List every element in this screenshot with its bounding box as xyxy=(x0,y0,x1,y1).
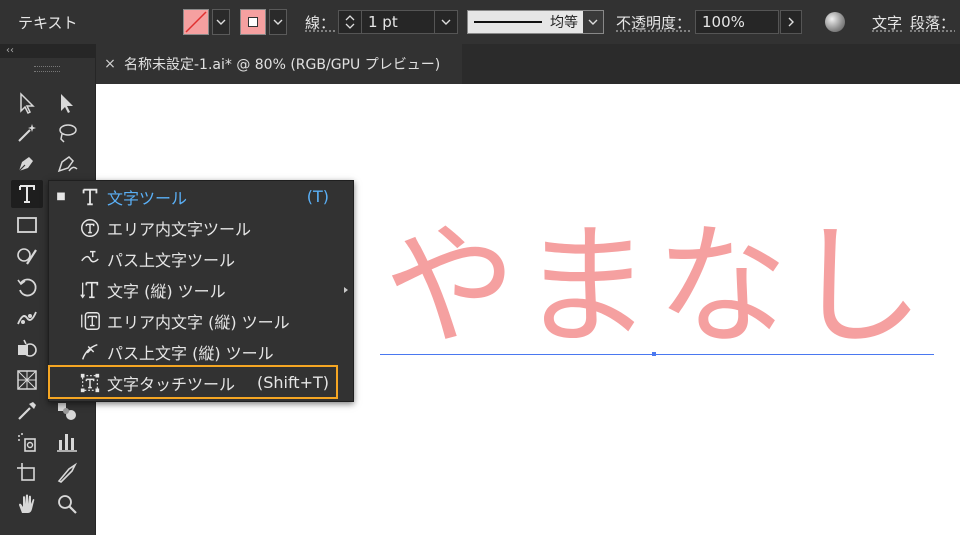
flyout-item-label: 文字タッチツール xyxy=(107,374,236,394)
perspective-grid-tool-icon[interactable] xyxy=(11,366,43,394)
fill-color-box[interactable] xyxy=(183,9,209,35)
canvas-art-text[interactable]: やまなし xyxy=(384,212,928,362)
mode-label: テキスト xyxy=(18,13,78,32)
chevron-down-icon xyxy=(216,19,226,25)
stroke-color-box[interactable] xyxy=(240,9,266,35)
area-type-icon xyxy=(73,217,107,239)
flyout-item-label: 文字 (縦) ツール xyxy=(107,281,226,301)
stroke-profile-select[interactable]: 均等 xyxy=(467,10,604,34)
artboard-tool-icon[interactable] xyxy=(11,459,43,487)
hand-tool-icon[interactable] xyxy=(11,490,43,518)
panel-collapse-button[interactable]: ‹‹ xyxy=(0,44,96,58)
opacity-label[interactable]: 不透明度： xyxy=(616,0,691,44)
flyout-tearoff-arrow-icon[interactable] xyxy=(344,287,348,293)
flyout-item-label: エリア内文字 (縦) ツール xyxy=(107,312,290,332)
shape-builder-tool-icon[interactable] xyxy=(11,335,43,363)
rectangle-tool-icon[interactable] xyxy=(11,211,43,239)
fill-swatch[interactable] xyxy=(183,9,230,35)
flyout-item-type-tool[interactable]: ■ 文字ツール (T) xyxy=(49,181,353,212)
chevron-right-icon xyxy=(788,17,794,27)
flyout-item-touch-type-tool[interactable]: 文字タッチツール (Shift+T) xyxy=(49,367,353,398)
close-tab-icon[interactable]: × xyxy=(96,56,124,72)
vertical-type-on-path-icon xyxy=(73,341,107,363)
text-anchor-point[interactable] xyxy=(652,352,656,356)
puppet-warp-tool-icon[interactable] xyxy=(11,304,43,332)
flyout-item-label: パス上文字 (縦) ツール xyxy=(107,343,274,363)
symbol-sprayer-tool-icon[interactable] xyxy=(11,428,43,456)
stroke-profile-dropdown[interactable] xyxy=(583,11,603,33)
stroke-swatch[interactable] xyxy=(240,9,287,35)
profile-line-preview xyxy=(474,21,542,23)
stroke-dropdown[interactable] xyxy=(269,9,287,35)
fill-dropdown[interactable] xyxy=(212,9,230,35)
eyedropper-tool-icon[interactable] xyxy=(11,397,43,425)
document-tab-bar: × 名称未設定-1.ai* @ 80% (RGB/GPU プレビュー) xyxy=(96,44,960,84)
current-tool-bullet: ■ xyxy=(56,191,66,202)
flyout-item-vertical-type-on-path-tool[interactable]: パス上文字 (縦) ツール xyxy=(49,336,353,367)
stroke-profile-value: 均等 xyxy=(550,15,578,31)
type-tool-icon[interactable] xyxy=(11,180,43,208)
paintbrush-tool-icon[interactable] xyxy=(11,242,43,270)
flyout-item-shortcut: (Shift+T) xyxy=(256,373,329,392)
panel-grip[interactable] xyxy=(34,66,60,72)
flyout-item-label: パス上文字ツール xyxy=(107,250,236,270)
recolor-artwork-icon[interactable] xyxy=(825,12,845,32)
chevron-down-icon xyxy=(273,19,283,25)
character-link[interactable]: 文字 xyxy=(872,0,902,44)
document-tab-title[interactable]: 名称未設定-1.ai* @ 80% (RGB/GPU プレビュー) xyxy=(124,54,440,74)
flyout-item-shortcut: (T) xyxy=(306,187,329,206)
selection-tool-icon[interactable] xyxy=(11,89,43,117)
chevron-down-icon[interactable] xyxy=(345,23,355,29)
flyout-item-vertical-type-tool[interactable]: 文字 (縦) ツール xyxy=(49,274,353,305)
type-on-path-icon xyxy=(73,248,107,270)
type-icon xyxy=(73,186,107,208)
column-graph-tool-icon[interactable] xyxy=(51,428,83,456)
curvature-tool-icon[interactable] xyxy=(51,149,83,177)
stroke-weight-dropdown[interactable] xyxy=(434,11,457,33)
pen-tool-icon[interactable] xyxy=(11,149,43,177)
flyout-item-area-type-tool[interactable]: エリア内文字ツール xyxy=(49,212,353,243)
control-bar: テキスト 線： 1 pt 均等 不透明度： 100% 文字 段落： xyxy=(0,0,960,45)
slice-tool-icon[interactable] xyxy=(51,459,83,487)
flyout-item-label: 文字ツール xyxy=(107,188,188,208)
text-baseline xyxy=(380,354,934,355)
paragraph-link[interactable]: 段落： xyxy=(910,0,955,44)
type-tool-flyout: ■ 文字ツール (T) エリア内文字ツール パス上文字ツール 文字 (縦) ツー… xyxy=(48,180,354,402)
chevron-down-icon xyxy=(441,19,451,25)
zoom-tool-icon[interactable] xyxy=(51,490,83,518)
stroke-label[interactable]: 線： xyxy=(305,0,335,44)
rotate-tool-icon[interactable] xyxy=(11,273,43,301)
stroke-weight-field[interactable]: 1 pt xyxy=(338,10,458,34)
stroke-weight-stepper[interactable] xyxy=(339,11,362,33)
chevron-down-icon xyxy=(588,19,598,25)
flyout-item-label: エリア内文字ツール xyxy=(107,219,252,239)
direct-selection-tool-icon[interactable] xyxy=(51,89,83,117)
document-tab[interactable]: × 名称未設定-1.ai* @ 80% (RGB/GPU プレビュー) xyxy=(96,44,462,84)
vertical-type-icon xyxy=(73,279,107,301)
opacity-field[interactable]: 100% xyxy=(695,10,779,34)
stroke-weight-value[interactable]: 1 pt xyxy=(362,13,434,31)
touch-type-icon xyxy=(73,372,107,394)
magic-wand-tool-icon[interactable] xyxy=(11,119,43,147)
chevron-up-icon[interactable] xyxy=(345,15,355,21)
flyout-item-type-on-path-tool[interactable]: パス上文字ツール xyxy=(49,243,353,274)
opacity-arrow-button[interactable] xyxy=(780,10,802,34)
lasso-tool-icon[interactable] xyxy=(51,119,83,147)
flyout-item-vertical-area-type-tool[interactable]: エリア内文字 (縦) ツール xyxy=(49,305,353,336)
vertical-area-type-icon xyxy=(73,310,107,332)
